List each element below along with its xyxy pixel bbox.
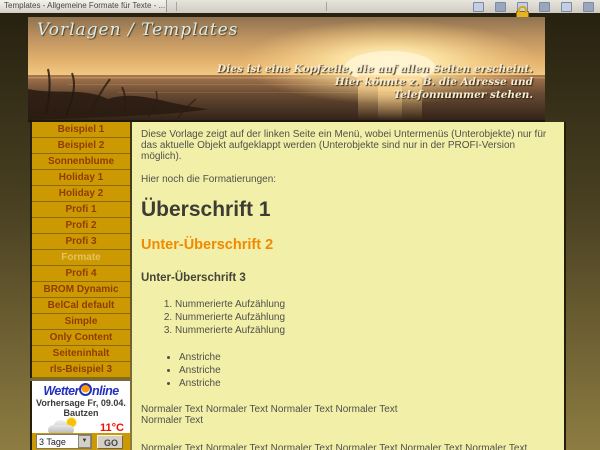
heading-3: Unter-Überschrift 3 xyxy=(141,272,555,284)
sidebar-item-profi-4[interactable]: Profi 4 xyxy=(32,266,130,282)
weather-controls: 3 Tage ▼ GO xyxy=(32,433,130,450)
normal-text-paragraph: Normaler Text Normaler Text Normaler Tex… xyxy=(141,404,555,426)
sidebar-item-beispiel-2[interactable]: Beispiel 2 xyxy=(32,138,130,154)
sidebar-item-profi-2[interactable]: Profi 2 xyxy=(32,218,130,234)
tab-title: Templates - Allgemeine Formate für Texte… xyxy=(4,1,165,10)
bullet-list-item: Anstriche xyxy=(179,377,555,390)
sidebar-item-profi-3[interactable]: Profi 3 xyxy=(32,234,130,250)
screen: Templates - Allgemeine Formate für Texte… xyxy=(0,0,600,450)
bullet-list-item: Anstriche xyxy=(179,351,555,364)
numbered-list-item: Nummerierte Aufzählung xyxy=(175,311,555,324)
numbered-list: Nummerierte Aufzählung Nummerierte Aufzä… xyxy=(141,298,555,337)
heading-2: Unter-Überschrift 2 xyxy=(141,238,555,253)
sidebar-item-only-content[interactable]: Only Content xyxy=(32,330,130,346)
sidebar-item-holiday-2[interactable]: Holiday 2 xyxy=(32,186,130,202)
browser-tab-bar: Templates - Allgemeine Formate für Texte… xyxy=(0,0,600,14)
heading-1: Überschrift 1 xyxy=(141,199,555,221)
tab-separator xyxy=(176,2,177,11)
sidebar-menu: Beispiel 1 Beispiel 2 Sonnenblume Holida… xyxy=(30,122,130,378)
tagline-line: Dies ist eine Kopfzeile, die auf allen S… xyxy=(217,63,533,76)
intro-paragraph: Diese Vorlage zeigt auf der linken Seite… xyxy=(141,129,555,162)
tagline-line: Telefonnummer stehen. xyxy=(217,89,533,102)
tab-separator xyxy=(326,2,327,11)
help-icon[interactable] xyxy=(583,2,594,12)
sidebar-item-simple[interactable]: Simple xyxy=(32,314,130,330)
forecast-label: Vorhersage Fr, 09.04. xyxy=(32,398,130,408)
sidebar-item-brom-dynamic[interactable]: BROM Dynamic xyxy=(32,282,130,298)
sidebar-item-formate[interactable]: Formate xyxy=(32,250,130,266)
print-icon[interactable] xyxy=(495,2,506,12)
browser-toolbar-icons xyxy=(473,2,594,12)
bullet-list: Anstriche Anstriche Anstriche xyxy=(141,351,555,390)
range-select[interactable]: 3 Tage ▼ xyxy=(36,434,92,449)
numbered-list-item: Nummerierte Aufzählung xyxy=(175,324,555,337)
logo-text-right: nline xyxy=(92,384,119,398)
numbered-list-item: Nummerierte Aufzählung xyxy=(175,298,555,311)
browser-tab[interactable]: Templates - Allgemeine Formate für Texte… xyxy=(0,0,167,12)
header-tagline: Dies ist eine Kopfzeile, die auf allen S… xyxy=(217,63,533,102)
sidebar-item-seiteninhalt[interactable]: Seiteninhalt xyxy=(32,346,130,362)
weather-widget: Wetter nline Vorhersage Fr, 09.04. Bautze… xyxy=(30,381,130,450)
long-text-paragraph: Normaler Text Normaler Text Normaler Tex… xyxy=(141,443,555,450)
sidebar-item-beispiel-1[interactable]: Beispiel 1 xyxy=(32,122,130,138)
zoom-icon[interactable] xyxy=(539,2,550,12)
wetteronline-logo[interactable]: Wetter nline xyxy=(32,381,130,398)
sidebar-item-holiday-1[interactable]: Holiday 1 xyxy=(32,170,130,186)
formats-line: Hier noch die Formatierungen: xyxy=(141,174,555,185)
tagline-line: Hier könnte z. B. die Adresse und xyxy=(217,76,533,89)
normal-text-line: Normaler Text Normaler Text Normaler Tex… xyxy=(141,404,398,415)
forecast-city: Bautzen xyxy=(32,408,130,418)
panels-icon[interactable] xyxy=(473,2,484,12)
go-button[interactable]: GO xyxy=(97,435,123,449)
chevron-down-icon[interactable]: ▼ xyxy=(78,435,91,448)
header-image: Vorlagen / Templates Dies ist eine Kopfz… xyxy=(28,17,545,122)
content-area: Diese Vorlage zeigt auf der linken Seite… xyxy=(132,122,566,450)
sidebar-item-profi-1[interactable]: Profi 1 xyxy=(32,202,130,218)
bullet-list-item: Anstriche xyxy=(179,364,555,377)
sidebar-item-rls-beispiel-3[interactable]: rls-Beispiel 3 xyxy=(32,362,130,378)
normal-text-line: Normaler Text xyxy=(141,415,203,426)
site-title: Vorlagen / Templates xyxy=(37,20,238,40)
logo-text-left: Wetter xyxy=(43,384,79,398)
sidebar-item-sonnenblume[interactable]: Sonnenblume xyxy=(32,154,130,170)
images-icon[interactable] xyxy=(561,2,572,12)
wetteronline-sun-icon xyxy=(79,383,92,396)
sidebar-item-belcal-default[interactable]: BelCal default xyxy=(32,298,130,314)
range-select-value: 3 Tage xyxy=(39,437,66,447)
